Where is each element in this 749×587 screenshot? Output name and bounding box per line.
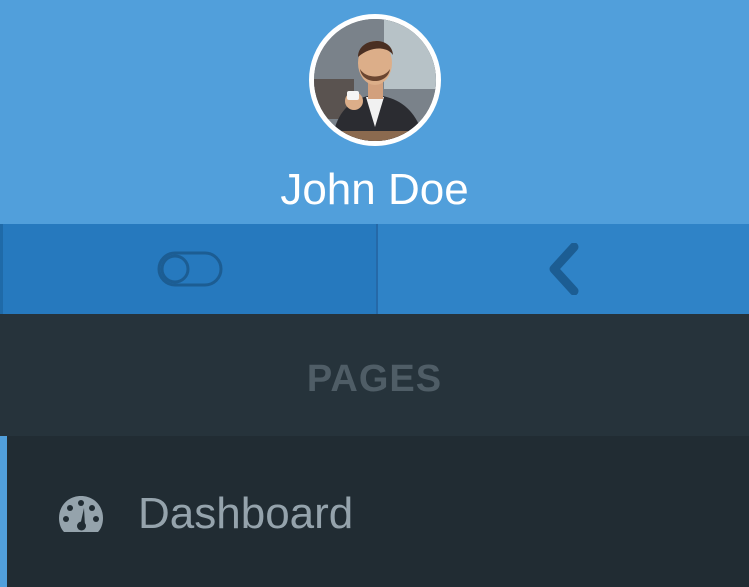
toggle-icon [157, 251, 222, 287]
user-name: John Doe [280, 165, 469, 214]
nav-item-dashboard[interactable]: Dashboard [0, 436, 749, 587]
avatar[interactable] [309, 14, 441, 146]
sidebar-controls [0, 224, 749, 314]
profile-header: John Doe [0, 0, 749, 224]
collapse-sidebar-button[interactable] [376, 224, 749, 314]
dashboard-icon [59, 496, 103, 532]
section-title: PAGES [306, 358, 443, 400]
section-header: PAGES [0, 314, 749, 436]
nav-item-label: Dashboard [138, 489, 354, 538]
chevron-left-icon [549, 243, 578, 295]
active-indicator [0, 436, 7, 587]
sidebar: John Doe PAGES Dashboard [0, 0, 749, 587]
toggle-button[interactable] [0, 224, 376, 314]
user-avatar-photo [314, 19, 436, 141]
